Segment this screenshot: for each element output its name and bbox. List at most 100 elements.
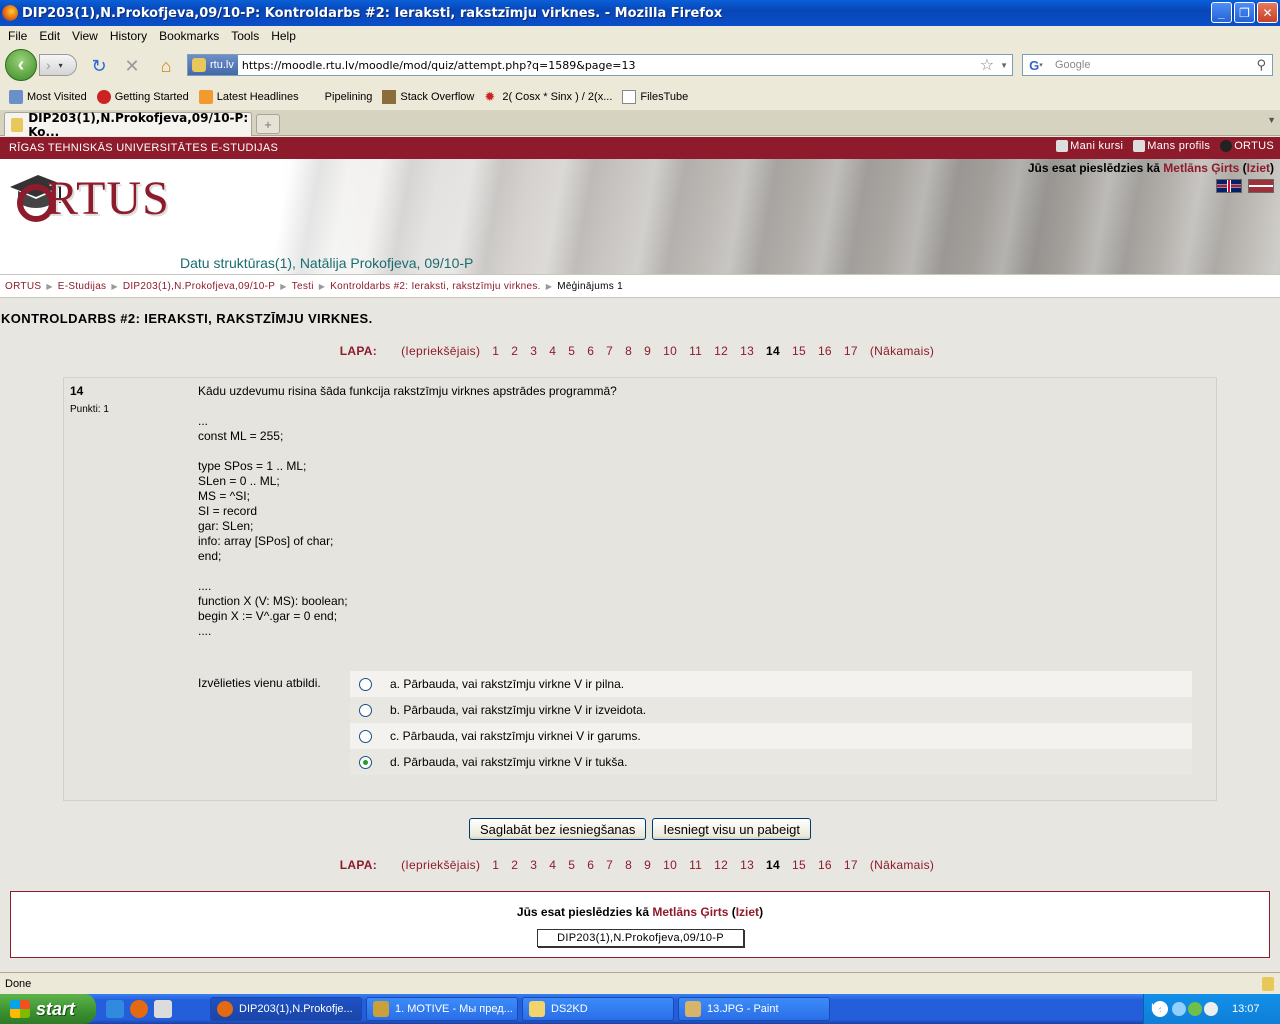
logout-link[interactable]: Iziet <box>736 905 759 919</box>
pager-page-link[interactable]: 1 <box>492 858 499 872</box>
my-profile-link[interactable]: Mans profils <box>1133 140 1210 152</box>
pager-page-link[interactable]: 10 <box>663 344 677 358</box>
submit-all-button[interactable]: Iesniegt visu un pabeigt <box>652 818 811 840</box>
pager-page-link[interactable]: 16 <box>818 344 832 358</box>
answer-option-a[interactable]: a. Pārbauda, vai rakstzīmju virkne V ir … <box>350 671 1192 697</box>
bookmark-filestube[interactable]: FilesTube <box>617 90 693 104</box>
breadcrumb-course[interactable]: DIP203(1),N.Prokofjeva,09/10-P <box>123 281 275 292</box>
tab-list-icon[interactable]: ▼ <box>1267 115 1276 125</box>
menu-edit[interactable]: Edit <box>33 29 66 43</box>
reload-icon[interactable]: ↻ <box>88 55 110 77</box>
firefox-quicklaunch-icon[interactable] <box>130 1000 148 1018</box>
course-home-button[interactable]: DIP203(1),N.Prokofjeva,09/10-P <box>537 929 744 947</box>
pager-next-link[interactable]: (Nākamais) <box>870 344 934 358</box>
menu-bookmarks[interactable]: Bookmarks <box>153 29 225 43</box>
secure-lock-icon[interactable] <box>1262 977 1274 991</box>
pager-page-link[interactable]: 12 <box>714 858 728 872</box>
answer-option-b[interactable]: b. Pārbauda, vai rakstzīmju virkne V ir … <box>350 697 1192 723</box>
pager-page-link[interactable]: 8 <box>625 858 632 872</box>
pager-page-link[interactable]: 6 <box>587 344 594 358</box>
url-text[interactable]: https://moodle.rtu.lv/moodle/mod/quiz/at… <box>238 59 980 72</box>
user-name-link[interactable]: Metlāns Ģirts <box>1163 161 1239 175</box>
course-title[interactable]: Datu struktūras(1), Natālija Prokofjeva,… <box>180 255 473 271</box>
bookmark-star-icon[interactable]: ☆ <box>980 55 994 75</box>
pager-prev-link[interactable]: (Iepriekšējais) <box>401 344 480 358</box>
pager-page-link[interactable]: 11 <box>689 344 702 358</box>
new-tab-button[interactable]: + <box>256 114 280 134</box>
pager-page-link[interactable]: 15 <box>792 858 806 872</box>
pager-page-link[interactable]: 12 <box>714 344 728 358</box>
menu-tools[interactable]: Tools <box>225 29 265 43</box>
pager-next-link[interactable]: (Nākamais) <box>870 858 934 872</box>
ortus-logo[interactable]: RTUS <box>8 167 188 227</box>
bookmark-getting-started[interactable]: Getting Started <box>92 90 194 104</box>
clock[interactable]: 13:07 <box>1232 1003 1260 1015</box>
answer-label[interactable]: a. Pārbauda, vai rakstzīmju virkne V ir … <box>390 677 624 691</box>
pager-page-link[interactable]: 3 <box>530 858 537 872</box>
pager-page-link[interactable]: 17 <box>844 344 858 358</box>
taskbar-item-paint[interactable]: 13.JPG - Paint <box>678 997 830 1021</box>
english-flag-icon[interactable] <box>1216 179 1242 193</box>
save-without-submit-button[interactable]: Saglabāt bez iesniegšanas <box>469 818 647 840</box>
forward-button[interactable]: › ▾ <box>39 54 77 76</box>
url-dropdown-icon[interactable]: ▼ <box>1000 61 1008 70</box>
pager-page-link[interactable]: 9 <box>644 344 651 358</box>
pager-page-link[interactable]: 10 <box>663 858 677 872</box>
back-button[interactable]: ‹ <box>5 49 37 81</box>
pager-page-link[interactable]: 4 <box>549 344 556 358</box>
site-identity-button[interactable]: rtu.lv <box>188 55 238 75</box>
taskbar-item-ds2kd[interactable]: DS2KD <box>522 997 674 1021</box>
bookmark-stack-overflow[interactable]: Stack Overflow <box>377 90 479 104</box>
menu-view[interactable]: View <box>66 29 104 43</box>
pager-prev-link[interactable]: (Iepriekšējais) <box>401 858 480 872</box>
pager-page-link[interactable]: 13 <box>740 858 754 872</box>
breadcrumb-tests[interactable]: Testi <box>292 281 314 292</box>
language-indicator[interactable]: LV <box>1151 1002 1164 1014</box>
skype-icon[interactable] <box>1204 1002 1218 1016</box>
ortus-link[interactable]: ORTUS <box>1220 140 1274 152</box>
address-bar[interactable]: rtu.lv https://moodle.rtu.lv/moodle/mod/… <box>187 54 1013 76</box>
network-icon[interactable] <box>1172 1002 1186 1016</box>
answer-option-c[interactable]: c. Pārbauda, vai rakstzīmju virknei V ir… <box>350 723 1192 749</box>
answer-radio-selected[interactable] <box>359 755 372 769</box>
pager-page-link[interactable]: 3 <box>530 344 537 358</box>
menu-history[interactable]: History <box>104 29 153 43</box>
answer-radio[interactable] <box>359 729 372 743</box>
pager-page-link[interactable]: 6 <box>587 858 594 872</box>
answer-label[interactable]: c. Pārbauda, vai rakstzīmju virknei V ir… <box>390 729 641 743</box>
pager-page-link[interactable]: 15 <box>792 344 806 358</box>
menu-file[interactable]: File <box>2 29 33 43</box>
home-icon[interactable]: ⌂ <box>155 55 177 77</box>
user-name-link[interactable]: Metlāns Ģirts <box>652 905 728 919</box>
antivirus-icon[interactable] <box>1188 1002 1202 1016</box>
tab-quiz-attempt[interactable]: DIP203(1),N.Prokofjeva,09/10-P: Ko... <box>4 111 252 139</box>
pager-page-link[interactable]: 2 <box>511 344 518 358</box>
breadcrumb-estudijas[interactable]: E-Studijas <box>58 281 107 292</box>
taskbar-item-motive[interactable]: 1. MOTIVE - Мы пред... <box>366 997 518 1021</box>
close-button[interactable]: ✕ <box>1257 2 1278 23</box>
stop-icon[interactable]: ✕ <box>121 55 143 77</box>
answer-radio[interactable] <box>359 703 372 717</box>
pager-page-link[interactable]: 7 <box>606 344 613 358</box>
search-input[interactable]: Google <box>1049 59 1256 71</box>
pager-page-link[interactable]: 5 <box>568 344 575 358</box>
calculator-icon[interactable] <box>154 1000 172 1018</box>
pager-page-link[interactable]: 5 <box>568 858 575 872</box>
menu-help[interactable]: Help <box>265 29 302 43</box>
search-box[interactable]: G ▾ Google ⚲ <box>1022 54 1273 76</box>
answer-option-d[interactable]: d. Pārbauda, vai rakstzīmju virkne V ir … <box>350 749 1192 775</box>
bookmark-pipelining[interactable]: Pipelining <box>320 91 378 103</box>
start-button[interactable]: start <box>0 994 96 1024</box>
minimize-button[interactable]: _ <box>1211 2 1232 23</box>
taskbar-item-firefox[interactable]: DIP203(1),N.Prokofje... <box>210 997 362 1021</box>
answer-label[interactable]: d. Pārbauda, vai rakstzīmju virkne V ir … <box>390 755 627 769</box>
latvian-flag-icon[interactable] <box>1248 179 1274 193</box>
ie-icon[interactable] <box>106 1000 124 1018</box>
pager-page-link[interactable]: 1 <box>492 344 499 358</box>
pager-page-link[interactable]: 17 <box>844 858 858 872</box>
bookmark-latest-headlines[interactable]: Latest Headlines <box>194 90 304 104</box>
my-courses-link[interactable]: Mani kursi <box>1056 140 1123 152</box>
pager-page-link[interactable]: 8 <box>625 344 632 358</box>
answer-radio[interactable] <box>359 677 372 691</box>
bookmark-cosx-sinx[interactable]: ✹ 2( Cosx * Sinx ) / 2(x... <box>479 90 617 104</box>
